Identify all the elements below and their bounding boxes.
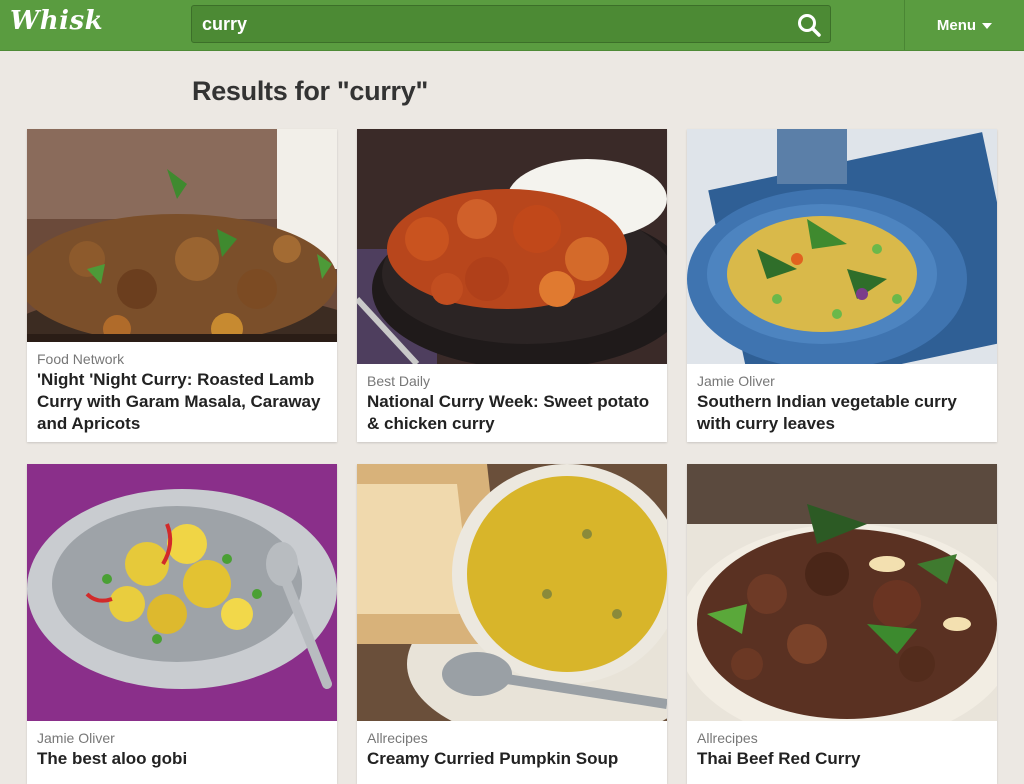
recipe-source: Best Daily bbox=[367, 373, 431, 389]
recipe-title[interactable]: National Curry Week: Sweet potato & chic… bbox=[367, 391, 662, 435]
recipe-image[interactable] bbox=[357, 129, 667, 364]
recipe-image[interactable] bbox=[687, 129, 997, 364]
recipe-card[interactable]: Best Daily National Curry Week: Sweet po… bbox=[357, 129, 667, 442]
recipe-image[interactable] bbox=[687, 464, 997, 721]
recipe-card[interactable]: Food Network 'Night 'Night Curry: Roaste… bbox=[27, 129, 337, 442]
search-icon[interactable] bbox=[796, 12, 822, 38]
recipe-source: Allrecipes bbox=[697, 730, 758, 746]
recipe-title[interactable]: Creamy Curried Pumpkin Soup bbox=[367, 748, 662, 770]
whisk-logo[interactable]: Whisk bbox=[10, 6, 103, 36]
recipe-card[interactable]: Jamie Oliver The best aloo gobi bbox=[27, 464, 337, 784]
top-bar: Whisk Menu bbox=[0, 0, 1024, 51]
recipe-title[interactable]: Thai Beef Red Curry bbox=[697, 748, 992, 770]
recipe-title[interactable]: The best aloo gobi bbox=[37, 748, 332, 770]
recipe-image[interactable] bbox=[27, 464, 337, 721]
recipe-title[interactable]: Southern Indian vegetable curry with cur… bbox=[697, 391, 992, 435]
recipe-card[interactable]: Jamie Oliver Southern Indian vegetable c… bbox=[687, 129, 997, 442]
recipe-source: Jamie Oliver bbox=[37, 730, 115, 746]
recipe-image[interactable] bbox=[357, 464, 667, 721]
caret-down-icon bbox=[982, 23, 993, 29]
search-input[interactable] bbox=[192, 6, 782, 42]
recipe-title[interactable]: 'Night 'Night Curry: Roasted Lamb Curry … bbox=[37, 369, 332, 435]
results-heading: Results for "curry" bbox=[192, 76, 428, 106]
search-box bbox=[191, 5, 831, 43]
recipe-source: Allrecipes bbox=[367, 730, 428, 746]
recipe-image[interactable] bbox=[27, 129, 337, 342]
recipe-source: Food Network bbox=[37, 351, 125, 367]
recipe-card[interactable]: Allrecipes Creamy Curried Pumpkin Soup bbox=[357, 464, 667, 784]
recipe-source: Jamie Oliver bbox=[697, 373, 775, 389]
menu-button[interactable]: Menu bbox=[904, 0, 1024, 50]
recipe-card[interactable]: Allrecipes Thai Beef Red Curry bbox=[687, 464, 997, 784]
menu-label: Menu bbox=[936, 16, 977, 34]
